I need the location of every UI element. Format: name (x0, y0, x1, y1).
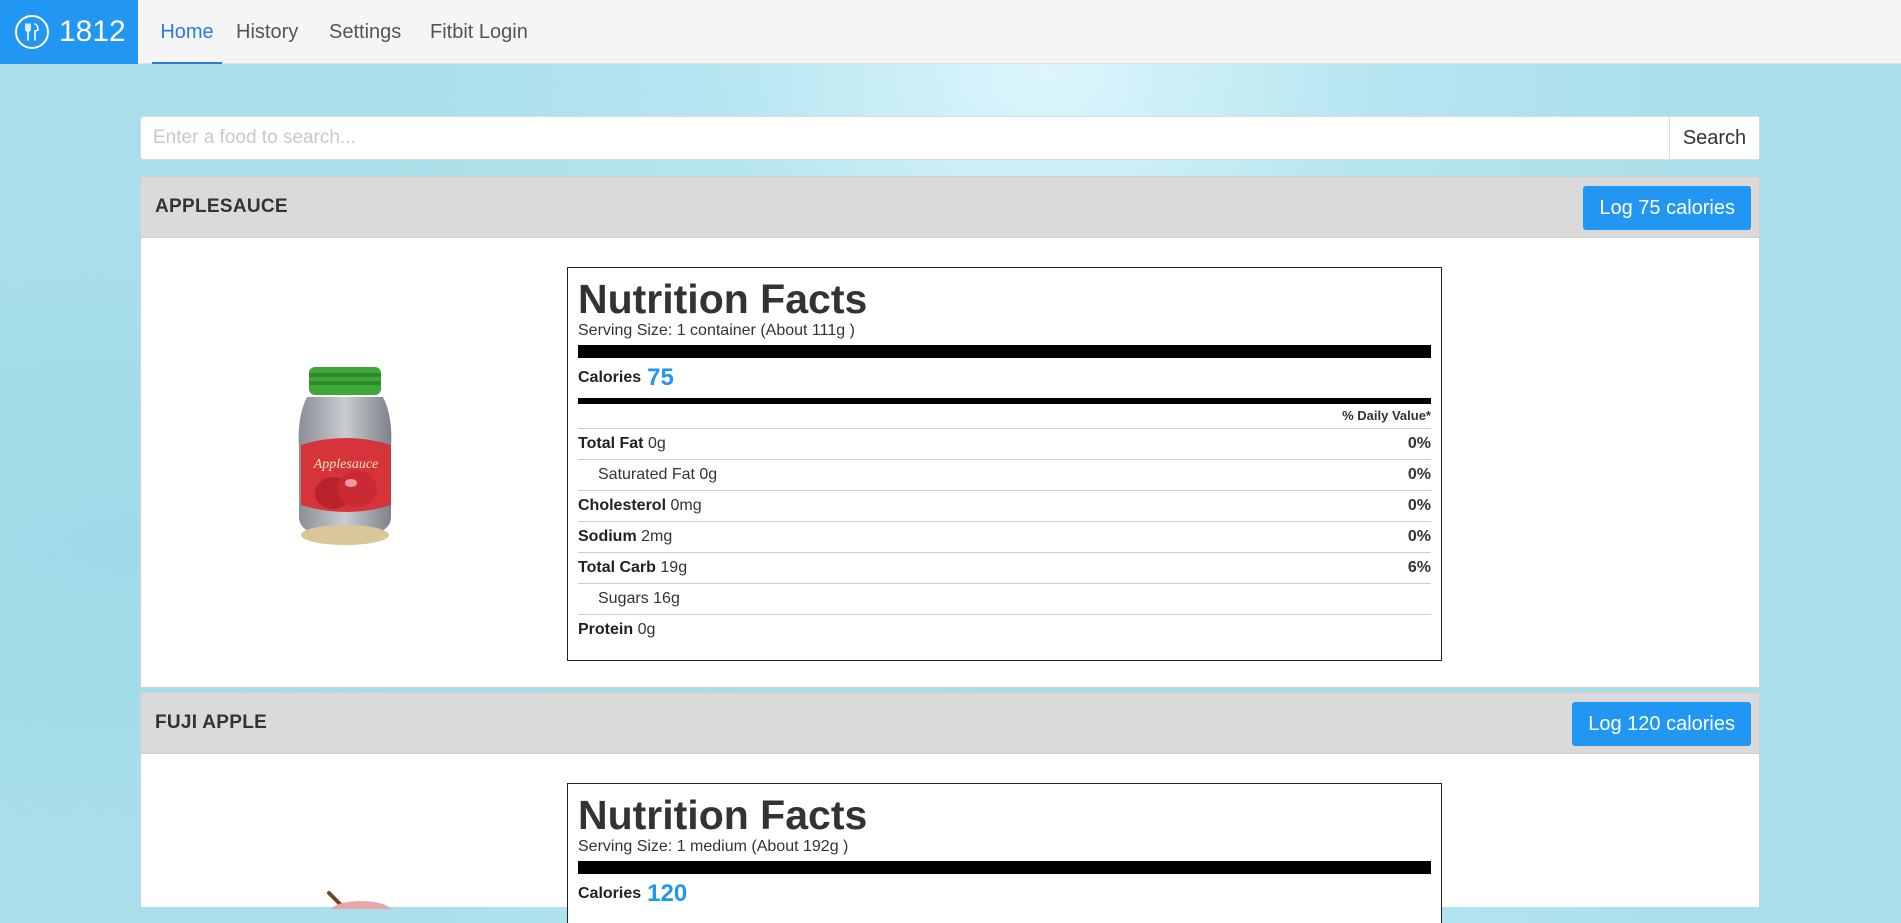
nutrient-row-sodium: Sodium 2mg 0% (578, 522, 1431, 553)
calories-label: Calories (578, 885, 642, 902)
nutrient-name: Sodium (578, 528, 637, 545)
nutrient-percent: 0% (1407, 528, 1431, 545)
nutrient-amount: 0mg (670, 497, 702, 514)
food-name: FUJI APPLE (155, 712, 268, 733)
thick-divider (578, 345, 1431, 358)
search-input[interactable] (141, 117, 1669, 159)
nutrition-facts-label: Nutrition Facts Serving Size: 1 containe… (567, 267, 1442, 661)
nutrition-facts-title: Nutrition Facts (578, 792, 868, 838)
food-card: FUJI APPLE Log 120 calories Nutrition Fa… (140, 692, 1760, 923)
nutrient-percent: 0% (1407, 497, 1431, 514)
nutrient-name: Protein (578, 621, 634, 638)
search-bar: Search (140, 116, 1760, 160)
nutrition-facts-title: Nutrition Facts (578, 276, 868, 322)
calories-label: Calories (578, 369, 642, 386)
brand-name: 1812 (59, 15, 126, 48)
thick-divider (578, 861, 1431, 874)
utensils-icon (15, 15, 49, 49)
nutrient-row-total-fat: Total Fat 0g 0% (578, 429, 1431, 460)
brand-logo[interactable]: 1812 (0, 0, 138, 64)
daily-value-header: % Daily Value* (578, 404, 1431, 429)
food-name: APPLESAUCE (155, 196, 288, 217)
nutrient-name: Total Carb (578, 559, 656, 576)
nutrient-amount: 19g (660, 559, 688, 576)
nutrient-amount: 16g (653, 590, 680, 607)
nav-settings[interactable]: Settings (329, 0, 401, 64)
top-navbar: 1812 Home History Settings Fitbit Login (0, 0, 1901, 64)
calories-row: Calories 75 (578, 358, 1431, 398)
calories-value: 75 (647, 364, 674, 391)
nutrient-name: Cholesterol (578, 497, 667, 514)
log-calories-button[interactable]: Log 120 calories (1572, 702, 1751, 746)
nutrient-amount: 0g (637, 621, 656, 638)
nutrient-name: Sugars (598, 590, 649, 607)
serving-size: Serving Size: 1 medium (About 192g ) (578, 838, 849, 855)
nutrient-percent: 6% (1407, 559, 1431, 576)
nutrition-facts-label: Nutrition Facts Serving Size: 1 medium (… (567, 783, 1442, 923)
svg-text:Applesauce: Applesauce (313, 457, 379, 472)
nav-fitbit-login[interactable]: Fitbit Login (430, 0, 528, 64)
nutrient-amount: 0g (647, 435, 666, 452)
nutrient-name: Saturated Fat (598, 466, 695, 483)
nutrient-row-total-carb: Total Carb 19g 6% (578, 553, 1431, 584)
fuji-apple-image (327, 891, 391, 909)
nav-history[interactable]: History (236, 0, 298, 64)
applesauce-jar-image: Applesauce (298, 367, 392, 545)
nutrient-percent: 0% (1407, 435, 1431, 452)
food-card: APPLESAUCE Log 75 calories Applesauce Nu… (140, 176, 1760, 688)
nav-home[interactable]: Home (152, 0, 222, 64)
nutrient-percent: 0% (1407, 466, 1431, 483)
nutrient-row-cholesterol: Cholesterol 0mg 0% (578, 491, 1431, 522)
food-card-header: FUJI APPLE Log 120 calories (141, 693, 1759, 754)
nutrient-row-saturated-fat: Saturated Fat 0g 0% (578, 460, 1431, 491)
serving-size: Serving Size: 1 container (About 111g ) (578, 322, 855, 339)
nutrient-row-sugars: Sugars 16g (578, 584, 1431, 615)
calories-value: 120 (647, 880, 688, 907)
nutrient-row-protein: Protein 0g (578, 615, 1431, 645)
food-card-header: APPLESAUCE Log 75 calories (141, 177, 1759, 238)
search-button[interactable]: Search (1669, 117, 1759, 159)
calories-row: Calories 120 (578, 874, 1431, 914)
nutrient-amount: 2mg (641, 528, 673, 545)
nutrient-amount: 0g (699, 466, 718, 483)
nutrient-name: Total Fat (578, 435, 644, 452)
log-calories-button[interactable]: Log 75 calories (1583, 186, 1751, 230)
